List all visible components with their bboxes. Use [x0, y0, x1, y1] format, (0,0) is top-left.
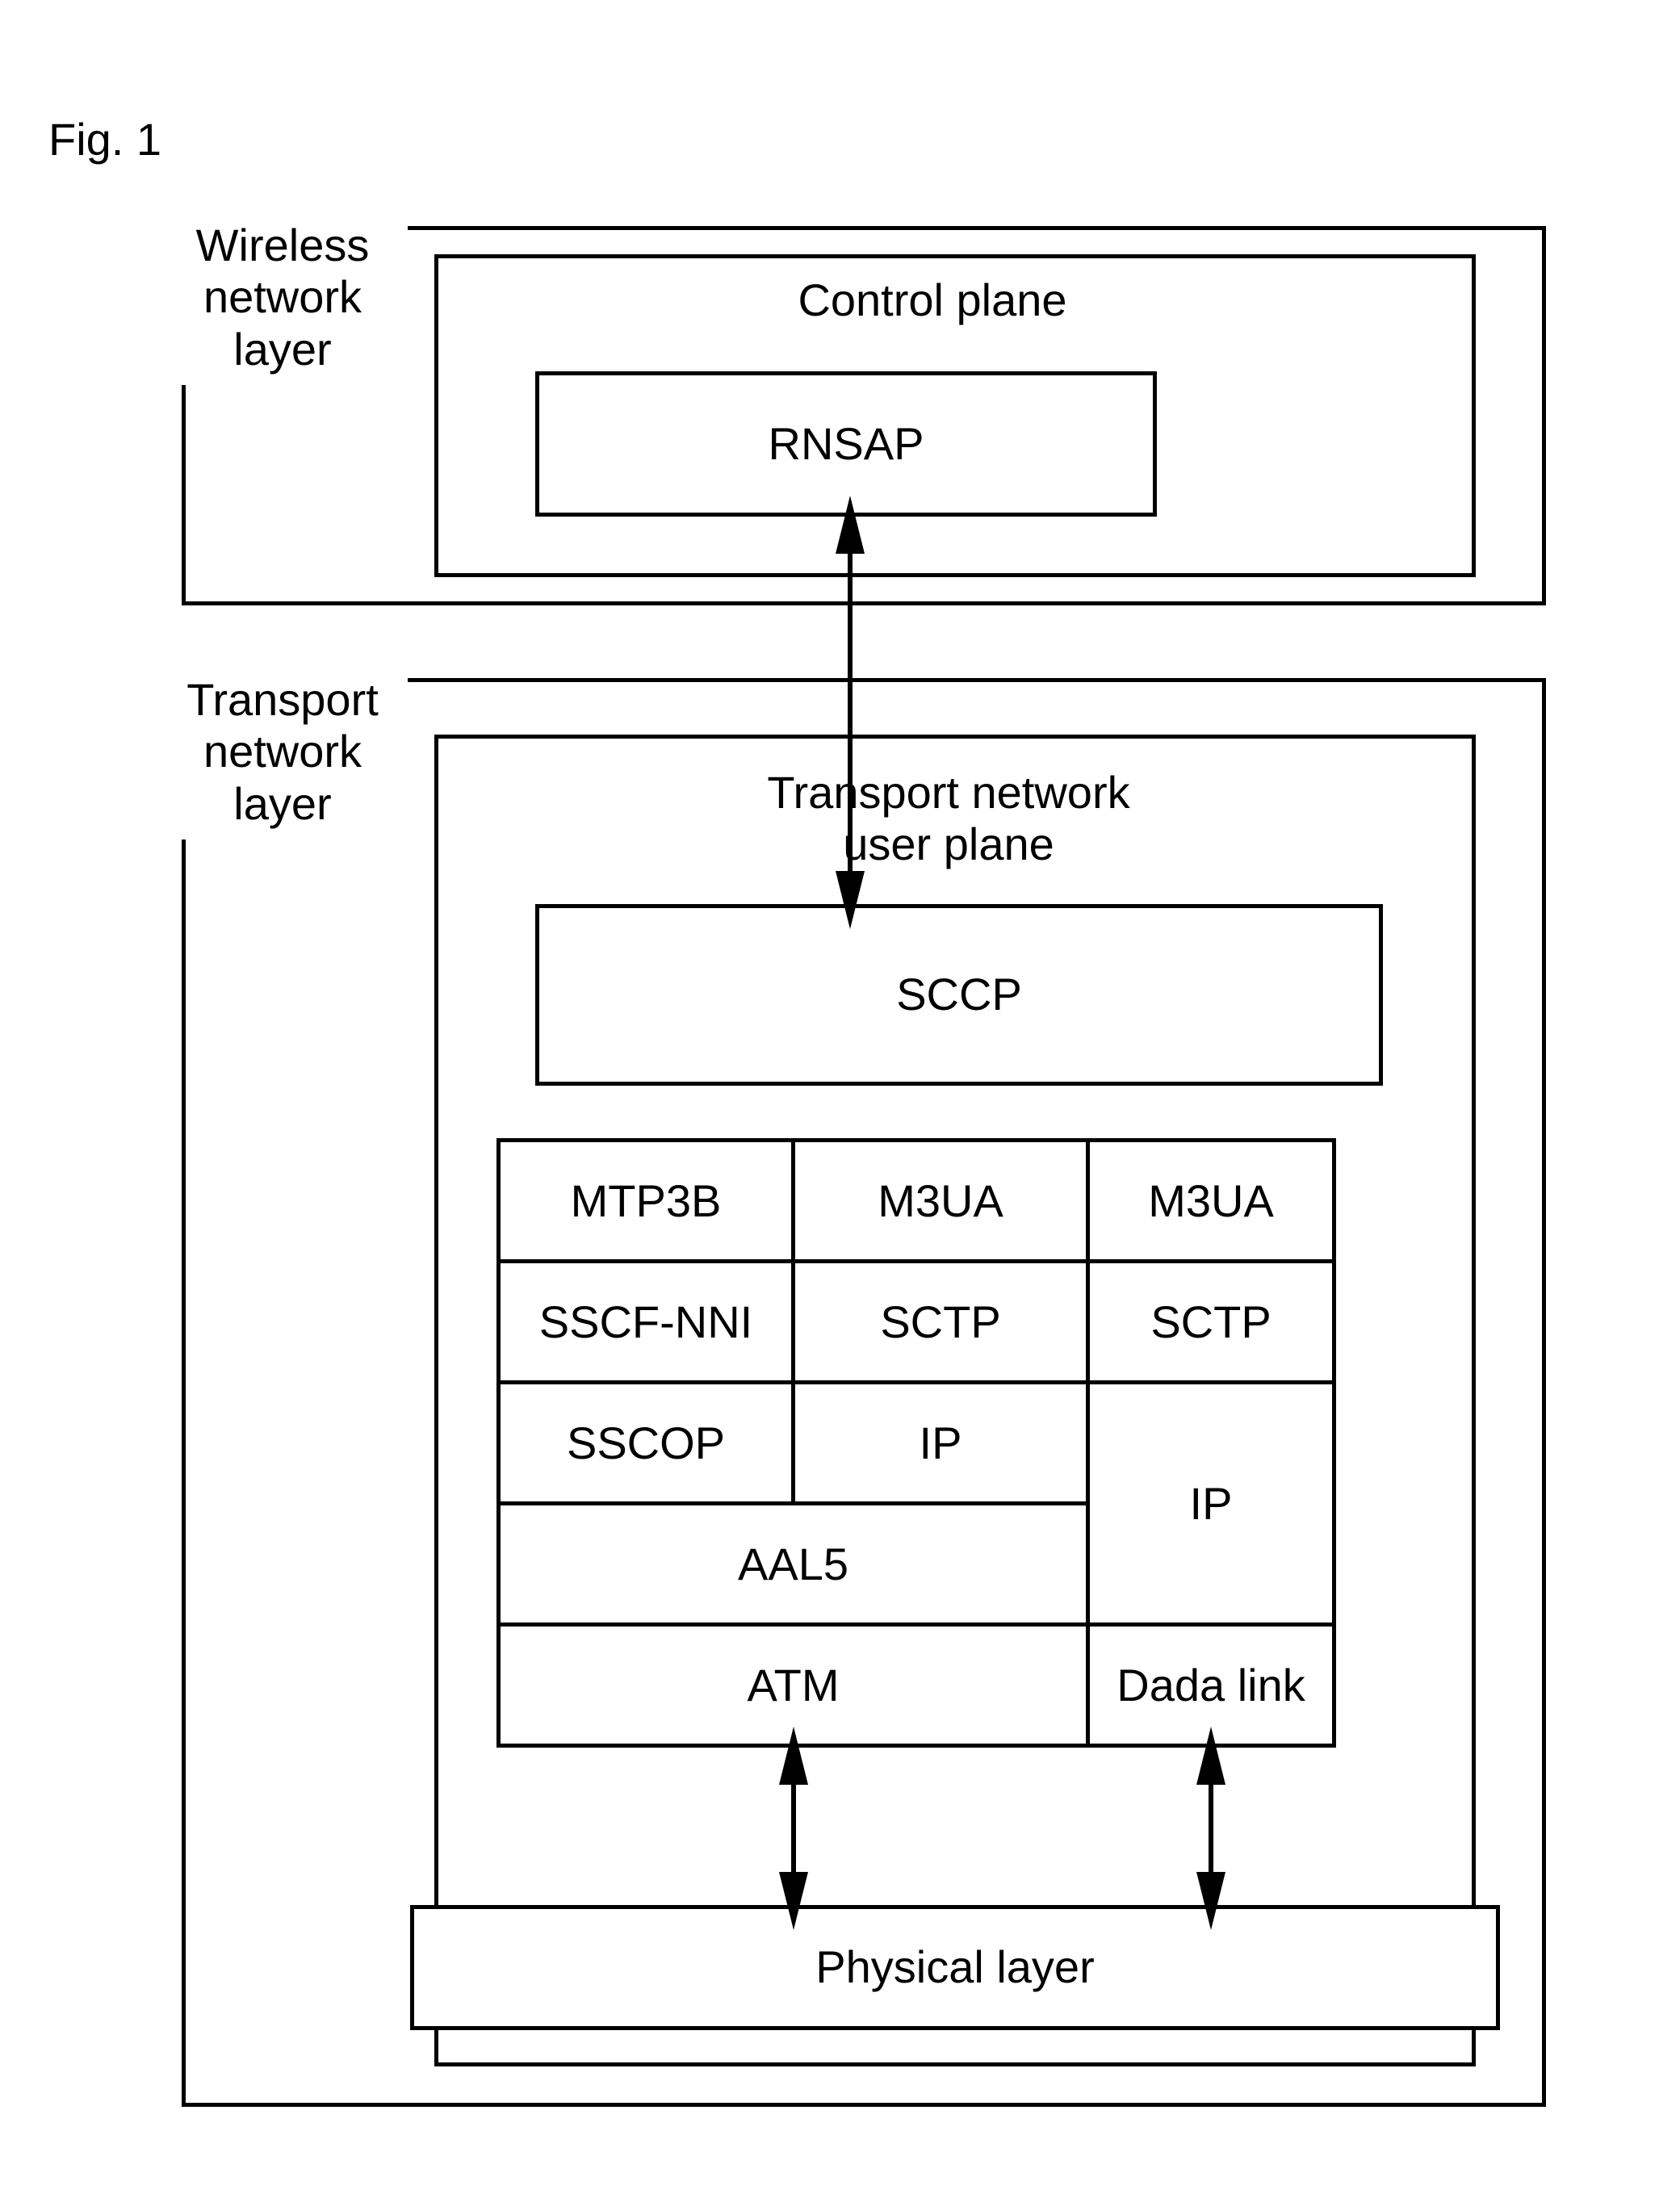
- transport-user-plane-title: Transport network user plane: [658, 767, 1239, 871]
- transport-layer-label: Transport network layer: [157, 664, 408, 839]
- cell-atm: ATM: [496, 1622, 1090, 1748]
- wireless-layer-label: Wireless network layer: [157, 210, 408, 385]
- rnsap-box: RNSAP: [535, 371, 1157, 517]
- cell-ip-big: IP: [1086, 1380, 1336, 1627]
- sccp-box: SCCP: [535, 904, 1383, 1086]
- control-plane-title: Control plane: [690, 274, 1175, 326]
- cell-sctp-2: SCTP: [1086, 1259, 1336, 1384]
- arrow-datalink-physical: [1199, 1748, 1223, 1909]
- physical-layer-box: Physical layer: [410, 1905, 1500, 2030]
- cell-aal5: AAL5: [496, 1501, 1090, 1627]
- arrow-rnsap-sccp: [838, 517, 862, 908]
- cell-m3ua-2: M3UA: [1086, 1138, 1336, 1263]
- cell-m3ua-1: M3UA: [791, 1138, 1090, 1263]
- cell-sscop: SSCOP: [496, 1380, 795, 1505]
- cell-mtp3b: MTP3B: [496, 1138, 795, 1263]
- cell-ip-small: IP: [791, 1380, 1090, 1505]
- diagram-root: Wireless network layer Control plane RNS…: [182, 226, 1546, 2107]
- cell-sctp-1: SCTP: [791, 1259, 1090, 1384]
- cell-sscf-nni: SSCF-NNI: [496, 1259, 795, 1384]
- arrow-atm-physical: [781, 1748, 806, 1909]
- figure-label: Fig. 1: [48, 113, 161, 165]
- cell-data-link: Dada link: [1086, 1622, 1336, 1748]
